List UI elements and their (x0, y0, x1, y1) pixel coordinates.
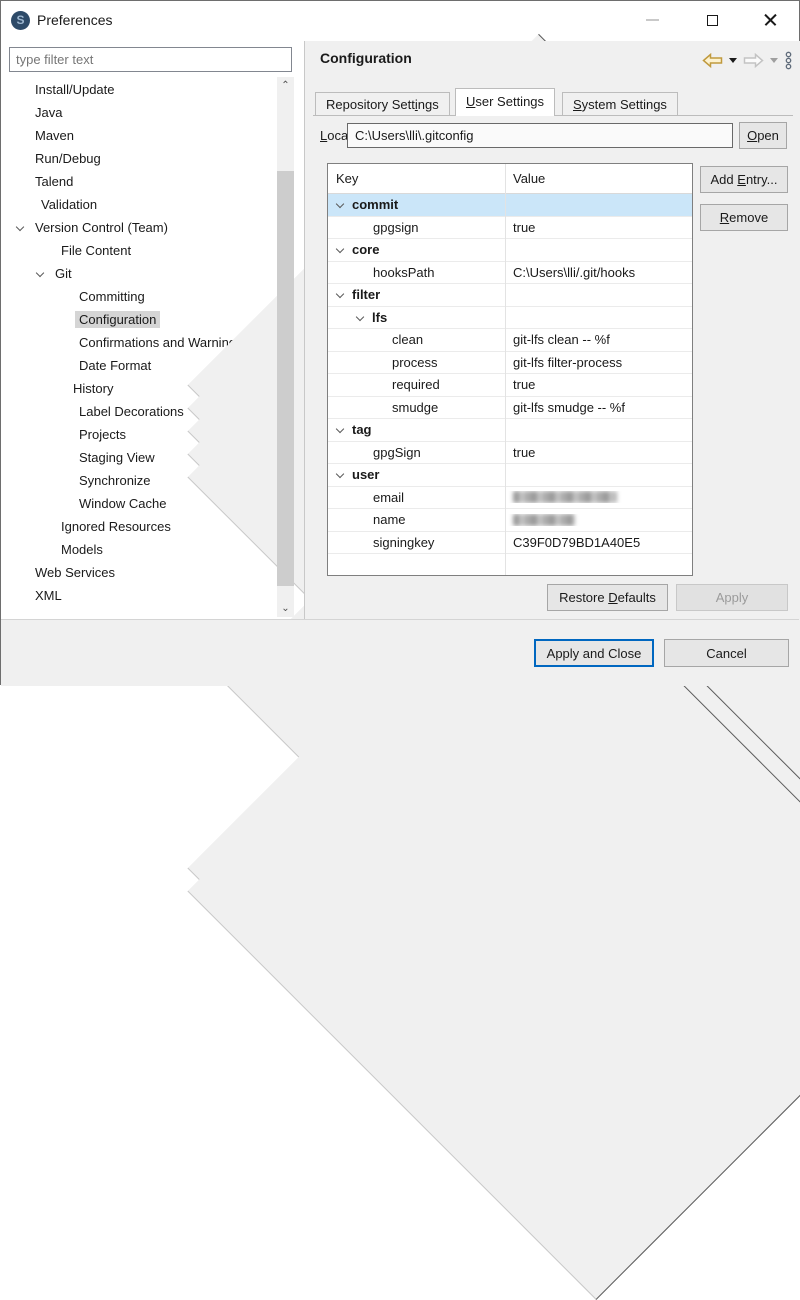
sidebar-item-file-content[interactable]: File Content (1, 239, 277, 262)
sidebar-item-java[interactable]: Java (1, 101, 277, 124)
table-row[interactable]: email (328, 487, 692, 510)
chevron-down-icon[interactable] (336, 245, 344, 253)
table-row[interactable]: filter (328, 284, 692, 307)
column-header-value[interactable]: Value (505, 171, 545, 186)
settings-tabs: Repository Settings User Settings System… (313, 88, 793, 116)
table-row[interactable]: signingkeyC39F0D79BD1A40E5 (328, 532, 692, 555)
sidebar-item-committing[interactable]: Committing (1, 285, 277, 308)
table-row[interactable]: user (328, 464, 692, 487)
column-header-key[interactable]: Key (328, 171, 505, 186)
add-entry-button[interactable]: Add Entry... (700, 166, 788, 193)
sidebar-item-git[interactable]: Git (1, 262, 277, 285)
table-row[interactable]: commit (328, 194, 692, 217)
apply-button: Apply (676, 584, 788, 611)
tab-user-settings[interactable]: User Settings (455, 88, 555, 116)
back-history-dropdown-icon[interactable] (729, 58, 737, 63)
sidebar-item-version-control-team[interactable]: Version Control (Team) (1, 216, 277, 239)
chevron-down-icon[interactable] (336, 425, 344, 433)
forward-history-dropdown-icon[interactable] (770, 58, 778, 63)
tab-repository-settings[interactable]: Repository Settings (315, 92, 450, 116)
app-icon: S (11, 11, 30, 30)
sidebar-item-xml[interactable]: XML (1, 584, 277, 607)
sidebar-item-run-debug[interactable]: Run/Debug (1, 147, 277, 170)
configuration-page: Configuration Repository Settings User S… (304, 41, 800, 619)
location-row: Location: C:\Users\lli\.gitconfig Open (305, 121, 800, 151)
title-bar: S Preferences (1, 1, 799, 41)
chevron-down-icon[interactable] (336, 470, 344, 478)
view-menu-icon[interactable] (784, 51, 793, 70)
column-divider[interactable] (505, 164, 506, 575)
sidebar-item-install-update[interactable]: Install/Update (1, 78, 277, 101)
table-row[interactable]: hooksPathC:\Users\lli/.git/hooks (328, 262, 692, 285)
sidebar-item-models[interactable]: Models (1, 538, 277, 561)
sidebar-item-validation[interactable]: Validation (1, 193, 277, 216)
scrollbar-thumb[interactable] (277, 171, 294, 586)
table-header: Key Value (328, 164, 692, 194)
open-button[interactable]: Open (739, 122, 787, 149)
table-row[interactable]: core (328, 239, 692, 262)
preferences-tree: Install/Update Java Maven Run/Debug Tale… (1, 78, 277, 607)
apply-and-close-button[interactable]: Apply and Close (534, 639, 654, 667)
preferences-dialog: { "window": { "title": "Preferences", "i… (0, 0, 800, 685)
remove-button[interactable]: Remove (700, 204, 788, 231)
minimize-button[interactable] (629, 5, 675, 35)
table-row[interactable]: name (328, 509, 692, 532)
chevron-down-icon[interactable] (336, 290, 344, 298)
tab-system-settings[interactable]: System Settings (562, 92, 678, 116)
table-row[interactable]: gpgSigntrue (328, 442, 692, 465)
table-row[interactable]: tag (328, 419, 692, 442)
scroll-up-icon[interactable]: ⌃ (277, 77, 294, 94)
sidebar-item-talend[interactable]: Talend (1, 170, 277, 193)
chevron-down-icon[interactable] (336, 200, 344, 208)
table-row[interactable]: requiredtrue (328, 374, 692, 397)
sidebar: Install/Update Java Maven Run/Debug Tale… (1, 41, 304, 619)
redacted-email-value (513, 491, 617, 503)
close-icon (764, 14, 777, 27)
scroll-down-icon[interactable]: ⌄ (277, 600, 294, 617)
chevron-down-icon[interactable] (356, 313, 364, 321)
maximize-icon (707, 15, 718, 26)
filter-input[interactable] (9, 47, 292, 72)
sidebar-item-configuration[interactable]: Configuration (1, 308, 277, 331)
sidebar-item-web-services[interactable]: Web Services (1, 561, 277, 584)
table-row[interactable]: cleangit-lfs clean -- %f (328, 329, 692, 352)
cancel-button[interactable]: Cancel (664, 639, 789, 667)
history-nav (702, 51, 793, 70)
table-row[interactable]: smudgegit-lfs smudge -- %f (328, 397, 692, 420)
location-field[interactable]: C:\Users\lli\.gitconfig (347, 123, 733, 148)
restore-defaults-button[interactable]: Restore Defaults (547, 584, 668, 611)
dialog-button-bar: Apply and Close Cancel (1, 619, 799, 686)
chevron-down-icon[interactable] (36, 269, 44, 277)
table-row[interactable]: processgit-lfs filter-process (328, 352, 692, 375)
window-title: Preferences (37, 12, 112, 28)
table-row[interactable]: gpgsigntrue (328, 217, 692, 240)
maximize-button[interactable] (689, 5, 735, 35)
back-arrow-icon[interactable] (702, 53, 723, 68)
config-table[interactable]: Key Value commit gpgsigntrue core hooksP… (327, 163, 693, 576)
redacted-name-value (513, 514, 575, 526)
tree-scrollbar[interactable]: ⌃ ⌄ (277, 77, 294, 617)
chevron-down-icon[interactable] (16, 223, 24, 231)
table-row[interactable]: lfs (328, 307, 692, 330)
page-title: Configuration (320, 50, 412, 66)
minimize-icon (646, 19, 659, 21)
close-button[interactable] (747, 5, 793, 35)
sidebar-item-maven[interactable]: Maven (1, 124, 277, 147)
forward-arrow-icon[interactable] (743, 53, 764, 68)
